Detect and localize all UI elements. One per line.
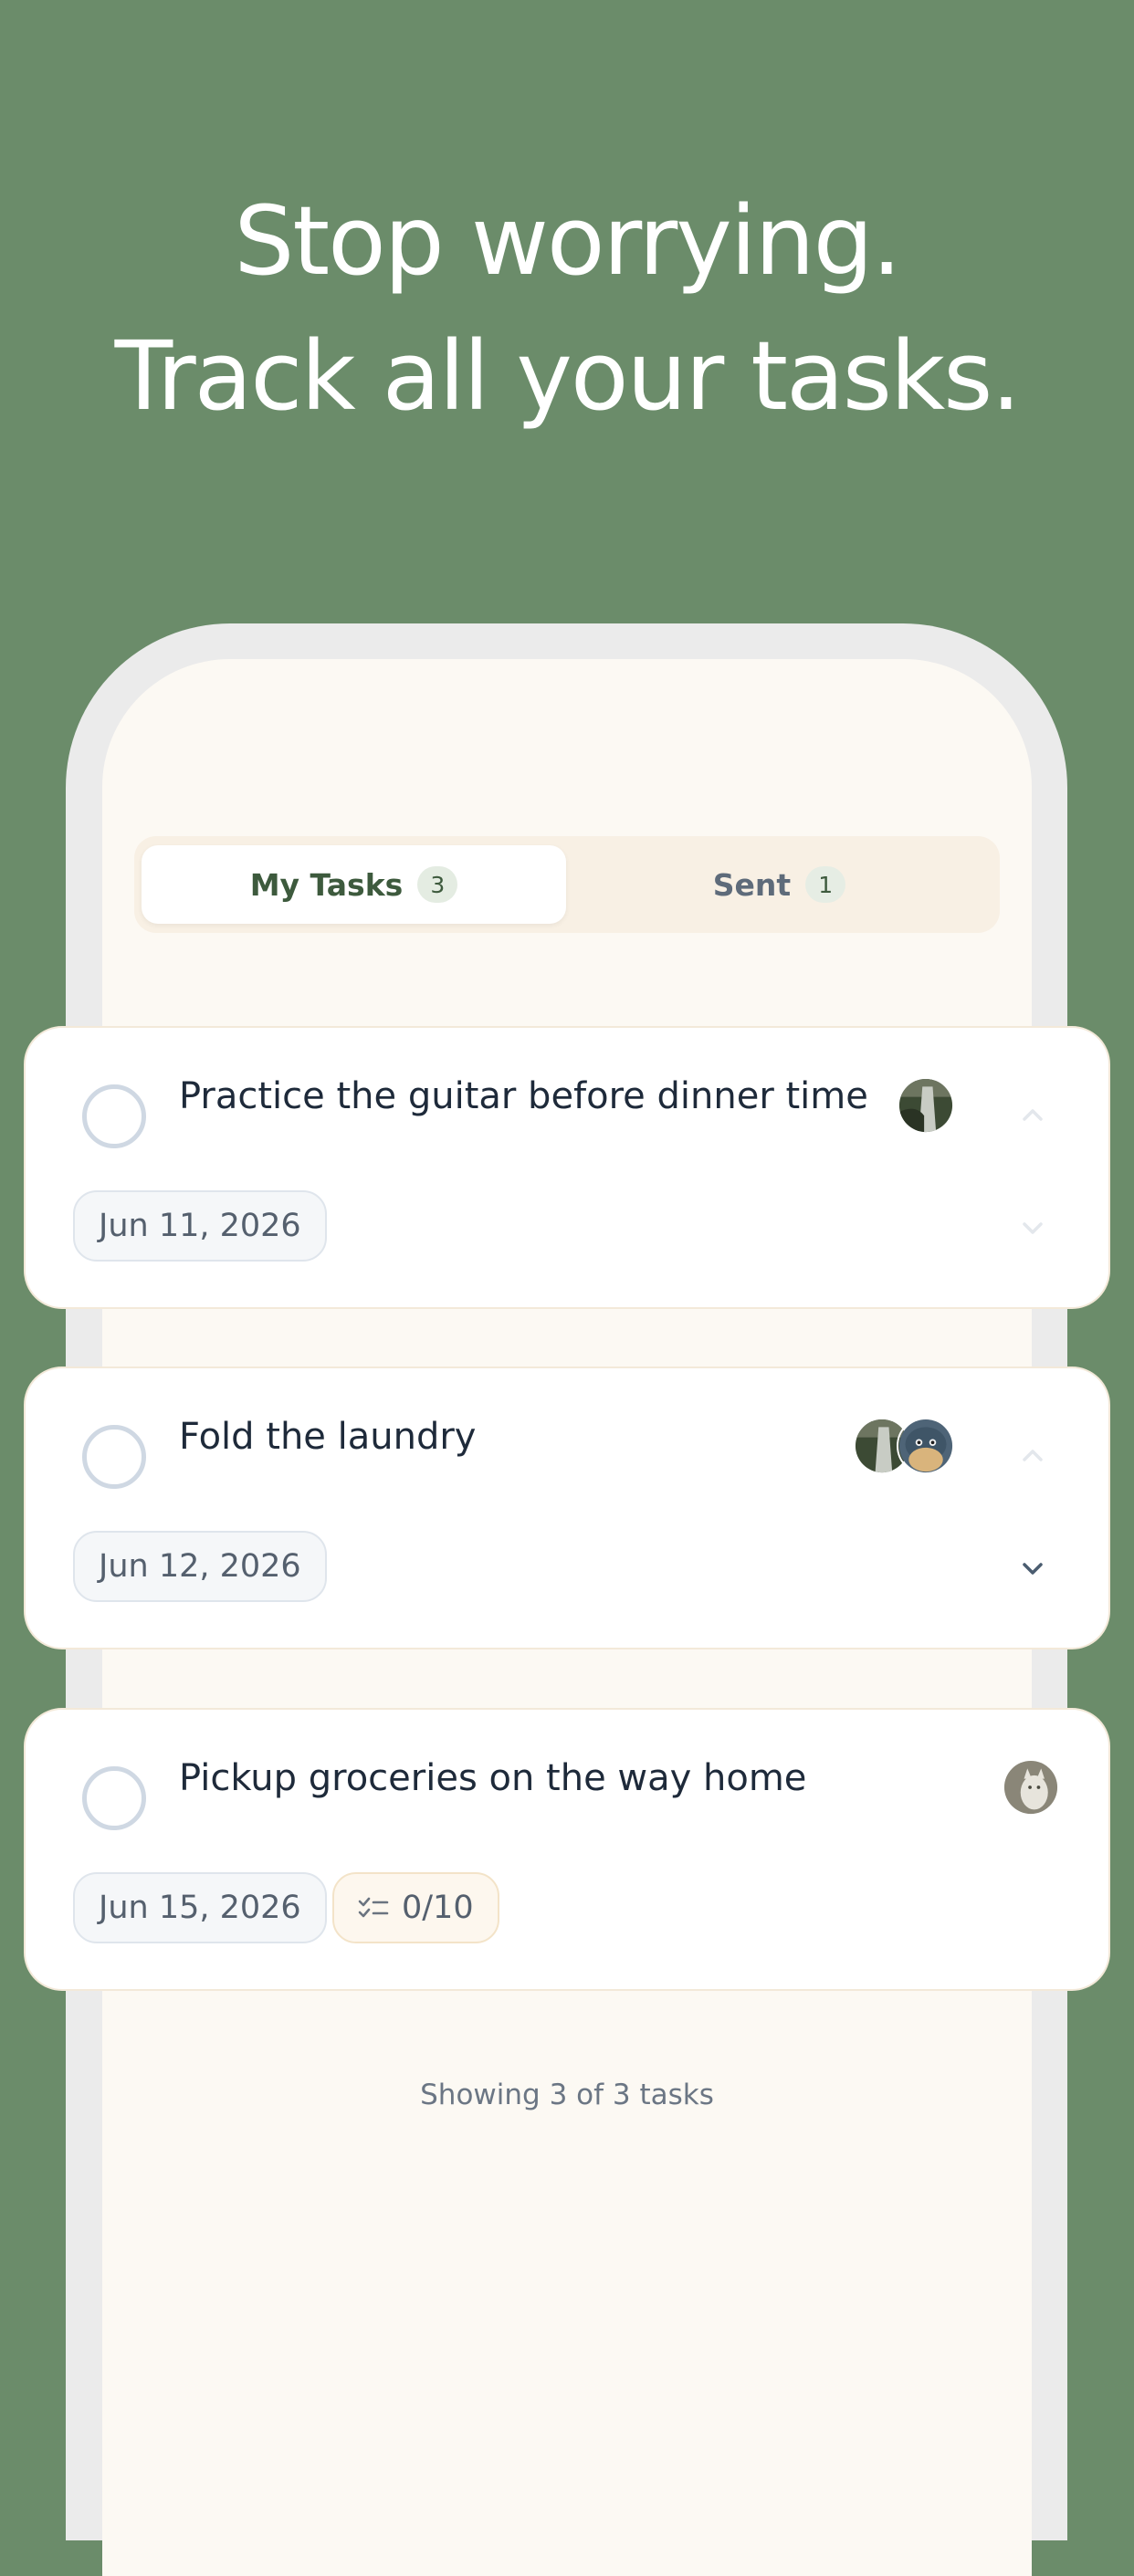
task-card[interactable]: Practice the guitar before dinner time J…: [24, 1026, 1110, 1309]
chevron-up-icon[interactable]: [1019, 1442, 1046, 1470]
tasks-summary: Showing 3 of 3 tasks: [420, 2079, 714, 2111]
due-date-text: Jun 11, 2026: [99, 1208, 301, 1244]
task-tabs: My Tasks 3 Sent 1: [134, 836, 1000, 933]
tab-my-tasks[interactable]: My Tasks 3: [142, 845, 566, 924]
due-date-text: Jun 15, 2026: [99, 1890, 301, 1926]
tab-my-tasks-count-badge: 3: [417, 866, 458, 903]
tab-sent-count-badge: 1: [805, 866, 846, 903]
tab-my-tasks-label: My Tasks: [249, 866, 404, 903]
headline-line-2: Track all your tasks.: [114, 320, 1022, 432]
task-complete-checkbox[interactable]: [82, 1084, 146, 1148]
task-title: Pickup groceries on the way home: [179, 1757, 807, 1799]
chevron-down-icon[interactable]: [1019, 1214, 1046, 1241]
headline: Stop worrying. Track all your tasks.: [0, 173, 1134, 444]
tab-sent[interactable]: Sent 1: [567, 845, 992, 924]
checklist-icon: [358, 1897, 389, 1918]
waterfall-avatar: [897, 1076, 955, 1135]
cat-avatar: [1002, 1758, 1060, 1817]
chevron-up-icon[interactable]: [1019, 1102, 1046, 1129]
task-title: Fold the laundry: [179, 1416, 477, 1458]
task-complete-checkbox[interactable]: [82, 1425, 146, 1489]
due-date-chip: Jun 15, 2026: [73, 1872, 327, 1943]
task-title: Practice the guitar before dinner time: [179, 1075, 868, 1117]
subtasks-chip[interactable]: 0/10: [332, 1872, 499, 1943]
due-date-chip: Jun 12, 2026: [73, 1531, 327, 1602]
task-card[interactable]: Pickup groceries on the way home Jun 15,…: [24, 1708, 1110, 1991]
tab-sent-label: Sent: [712, 866, 792, 903]
due-date-chip: Jun 11, 2026: [73, 1190, 327, 1262]
headline-line-1: Stop worrying.: [234, 185, 901, 297]
due-date-text: Jun 12, 2026: [99, 1548, 301, 1585]
plush-toy-avatar: [897, 1417, 955, 1475]
subtasks-count: 0/10: [402, 1890, 474, 1926]
task-card[interactable]: Fold the laundry Jun 12, 2026: [24, 1367, 1110, 1649]
chevron-down-icon[interactable]: [1019, 1555, 1046, 1582]
task-complete-checkbox[interactable]: [82, 1766, 146, 1830]
